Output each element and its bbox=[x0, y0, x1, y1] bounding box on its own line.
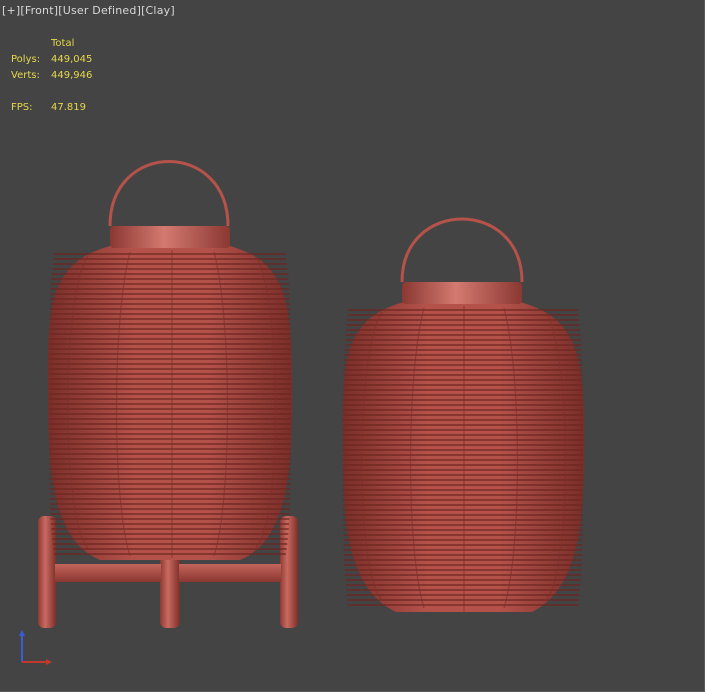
lantern-body-left bbox=[47, 246, 293, 560]
stand-crossbar-left bbox=[55, 564, 161, 582]
lantern-rim-left bbox=[110, 226, 230, 248]
lantern-with-stand[interactable] bbox=[38, 160, 298, 629]
stand-crossbar-right bbox=[179, 564, 281, 582]
handle-right bbox=[400, 217, 524, 283]
axis-gizmo bbox=[19, 630, 52, 665]
stand-leg-left bbox=[38, 516, 56, 628]
handle-left bbox=[108, 160, 230, 227]
viewport-front[interactable]: [+][Front][User Defined][Clay] Total Pol… bbox=[0, 0, 705, 692]
lantern-rim-right bbox=[402, 282, 522, 304]
lantern-ribs-left bbox=[49, 253, 291, 555]
stand-leg-right bbox=[280, 516, 298, 628]
scene-canvas[interactable] bbox=[0, 0, 705, 692]
lantern[interactable] bbox=[342, 217, 584, 612]
